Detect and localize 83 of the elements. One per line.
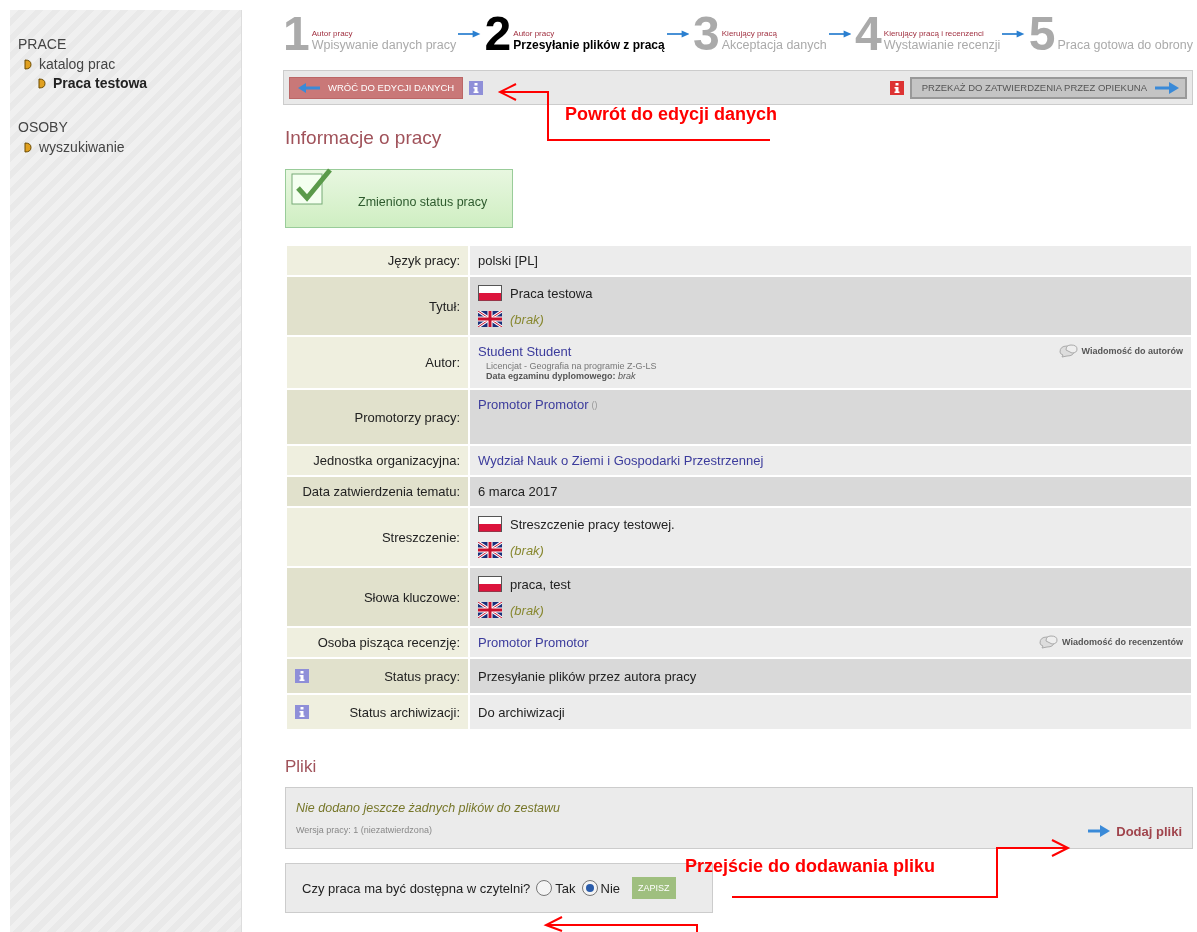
field-label: Autor:: [425, 355, 460, 370]
sidebar-item[interactable]: katalog prac: [18, 55, 241, 74]
field-label: Osoba pisząca recenzję:: [317, 635, 460, 650]
message-link[interactable]: Wiadomość do autorów: [1081, 346, 1183, 356]
supervisor-link[interactable]: Promotor Promotor: [478, 397, 589, 412]
arrow-left-icon: [298, 82, 320, 93]
step-number: 5: [1028, 14, 1056, 54]
step-role: Kierujący pracą i recenzenci: [883, 29, 985, 38]
checkmark-icon: [290, 168, 334, 208]
arrow-right-icon: [458, 29, 481, 39]
step-label: Wpisywanie danych pracy: [311, 38, 457, 52]
info-icon[interactable]: [889, 80, 904, 95]
step-role: Kierujący pracą: [721, 29, 778, 38]
field-label: Język pracy:: [387, 253, 460, 268]
radio-option[interactable]: Tak: [536, 880, 576, 896]
question-text: Czy praca ma być dostępna w czytelni?: [302, 880, 531, 896]
field-value: 6 marca 2017: [478, 484, 558, 499]
step-label: Akceptacja danych: [721, 38, 827, 52]
arrow-right-icon: [1002, 29, 1025, 39]
person-link[interactable]: Student Student: [478, 344, 572, 359]
message-link[interactable]: Wiadomość do recenzentów: [1062, 637, 1183, 647]
empty-message: Nie dodano jeszcze żadnych plików do zestawu: [296, 801, 561, 815]
step-label: Wystawianie recenzji: [883, 38, 1001, 52]
add-files-link[interactable]: Dodaj pliki: [1088, 823, 1182, 839]
arrow-right-icon: [1155, 81, 1179, 94]
person-link[interactable]: Promotor Promotor: [478, 635, 589, 650]
info-icon[interactable]: [295, 705, 309, 719]
callout-text: Przejście do dodawania pliku: [685, 856, 936, 877]
translation-text: (brak): [510, 602, 544, 618]
field-label: Promotorzy pracy:: [354, 409, 460, 425]
exam-date: Data egzaminu dyplomowego: brak: [485, 371, 637, 381]
sidebar-heading: OSOBY: [18, 119, 69, 135]
poland-flag-icon: [478, 516, 502, 532]
translation-text: Streszczenie pracy testowej.: [510, 516, 675, 532]
step-number: 3: [693, 14, 720, 54]
arrow-right-icon: [1088, 825, 1111, 837]
sidebar-heading: PRACE: [18, 36, 68, 52]
poland-flag-icon: [478, 576, 502, 592]
section-heading: Pliki: [285, 757, 318, 777]
field-label: Tytuł:: [428, 298, 460, 314]
translation-text: (brak): [510, 311, 544, 327]
supervisor-suffix: (): [591, 400, 598, 410]
uk-flag-icon: [478, 602, 502, 618]
submit-button[interactable]: PRZEKAŻ DO ZATWIERDZENIA PRZEZ OPIEKUNA: [909, 76, 1187, 99]
step-role: Autor pracy: [311, 29, 354, 38]
field-value: Do archiwizacji: [478, 704, 565, 720]
step-number: 2: [484, 14, 512, 54]
field-value: Przesyłanie plików przez autora pracy: [478, 668, 697, 684]
uk-flag-icon: [478, 311, 502, 327]
study-program: Licencjat - Geografia na programie Z-G-LS: [485, 361, 657, 371]
radio-option[interactable]: Nie: [581, 880, 621, 896]
field-label: Status pracy:: [384, 668, 460, 684]
callout-text: Powrót do edycji danych: [565, 104, 778, 125]
field-label: Słowa kluczowe:: [363, 589, 460, 605]
speech-bubbles-icon[interactable]: [1038, 635, 1059, 649]
translation-text: (brak): [510, 542, 544, 558]
bullet-icon: [24, 58, 32, 70]
arrow-right-icon: [828, 29, 852, 39]
speech-bubbles-icon[interactable]: [1057, 344, 1078, 358]
step-label: Praca gotowa do obrony: [1057, 38, 1193, 52]
bullet-icon: [24, 141, 32, 153]
field-label: Data zatwierdzenia tematu:: [302, 484, 460, 499]
poland-flag-icon: [478, 285, 502, 301]
bullet-icon: [38, 77, 46, 89]
uk-flag-icon: [478, 542, 502, 558]
field-label: Jednostka organizacyjna:: [313, 453, 460, 468]
version-text: Wersja pracy: 1 (niezatwierdzona): [296, 825, 433, 835]
step-number: 1: [283, 14, 310, 54]
status-message: Zmieniono status pracy: [285, 169, 513, 228]
info-icon[interactable]: [469, 80, 484, 95]
step-number: 4: [855, 14, 882, 54]
sidebar-item[interactable]: wyszukiwanie: [18, 138, 241, 157]
field-label: Status archiwizacji:: [349, 704, 460, 720]
arrow-right-icon: [666, 29, 690, 39]
step-role: Autor pracy: [513, 29, 556, 38]
translation-text: praca, test: [510, 576, 571, 592]
step-label: Przesyłanie plików z pracą: [513, 38, 665, 52]
translation-text: Praca testowa: [510, 285, 593, 301]
field-label: Streszczenie:: [381, 529, 460, 545]
info-icon[interactable]: [295, 669, 309, 683]
sidebar-item[interactable]: Praca testowa: [18, 74, 241, 93]
field-value: polski [PL]: [478, 253, 538, 268]
section-heading: Informacje o pracy: [285, 127, 443, 149]
